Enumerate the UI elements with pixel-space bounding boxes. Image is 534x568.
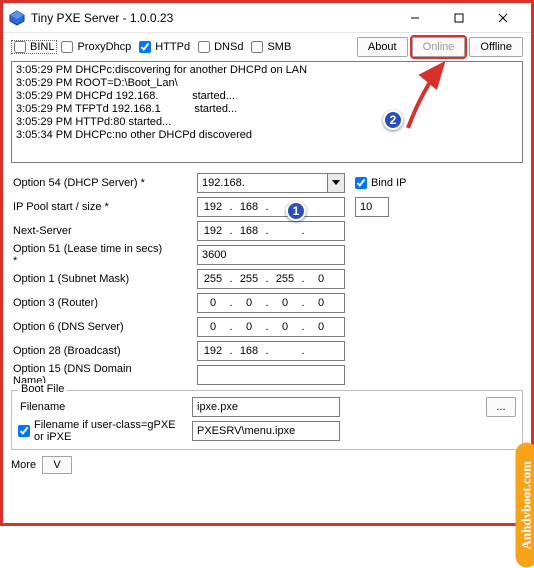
log-line: 3:05:29 PM DHCPc:discovering for another… xyxy=(16,64,518,77)
about-button[interactable]: About xyxy=(357,37,408,57)
dnsd-label: DNSd xyxy=(214,41,243,53)
offline-button[interactable]: Offline xyxy=(469,37,523,57)
bootfile-group: Boot File Filename ipxe.pxe ... Filename… xyxy=(11,390,523,450)
altname-label: Filename if user-class=gPXE or iPXE xyxy=(34,419,184,443)
filename-label: Filename xyxy=(18,401,168,413)
expand-button[interactable]: V xyxy=(42,456,72,474)
opt6-ip-input[interactable]: 0. 0. 0. 0 xyxy=(197,317,345,337)
toolbar: BINL ProxyDhcp HTTPd DNSd SMB About Onli… xyxy=(3,33,531,59)
pool-ip-input[interactable]: 192. 168. . xyxy=(197,197,345,217)
online-button[interactable]: Online xyxy=(412,37,466,57)
log-line: 3:05:29 PM DHCPd 192.168. started... xyxy=(16,90,518,103)
log-output[interactable]: 3:05:29 PM DHCPc:discovering for another… xyxy=(11,61,523,163)
log-line: 3:05:29 PM TFPTd 192.168.1 started... xyxy=(16,103,518,116)
opt51-label: Option 51 (Lease time in secs) * xyxy=(11,243,167,267)
nextserver-ip-input[interactable]: 192. 168. . xyxy=(197,221,345,241)
proxydhcp-label: ProxyDhcp xyxy=(77,41,131,53)
log-line: 3:05:34 PM DHCPc:no other DHCPd discover… xyxy=(16,129,518,142)
pool-size-input[interactable]: 10 xyxy=(355,197,389,217)
opt1-ip-input[interactable]: 255. 255. 255. 0 xyxy=(197,269,345,289)
opt15-input[interactable] xyxy=(197,365,345,385)
proxydhcp-checkbox[interactable]: ProxyDhcp xyxy=(61,41,135,53)
titlebar: Tiny PXE Server - 1.0.0.23 xyxy=(3,3,531,33)
log-line: 3:05:29 PM HTTPd:80 started... xyxy=(16,116,518,129)
bootfile-legend: Boot File xyxy=(18,383,67,395)
smb-checkbox[interactable]: SMB xyxy=(251,41,295,53)
annotation-badge-1: 1 xyxy=(286,201,306,221)
app-icon xyxy=(9,10,25,26)
minimize-button[interactable] xyxy=(393,4,437,32)
options-form: Option 54 (DHCP Server) * 192.168. Bind … xyxy=(3,169,531,386)
opt54-value: 192.168. xyxy=(198,177,327,189)
httpd-checkbox[interactable]: HTTPd xyxy=(139,41,194,53)
opt28-ip-input[interactable]: 192. 168. . xyxy=(197,341,345,361)
binl-label: BINL xyxy=(30,41,54,53)
opt1-label: Option 1 (Subnet Mask) xyxy=(11,273,167,285)
more-label: More xyxy=(11,459,36,471)
chevron-down-icon[interactable] xyxy=(327,174,344,192)
watermark: Anhdvboot.com xyxy=(515,443,534,568)
bindip-label: Bind IP xyxy=(371,177,406,189)
maximize-button[interactable] xyxy=(437,4,481,32)
opt54-label: Option 54 (DHCP Server) * xyxy=(11,177,167,189)
nextserver-label: Next-Server xyxy=(11,225,167,237)
opt54-combo[interactable]: 192.168. xyxy=(197,173,345,193)
pool-label: IP Pool start / size * xyxy=(11,201,167,213)
opt3-label: Option 3 (Router) xyxy=(11,297,167,309)
binl-checkbox[interactable]: BINL xyxy=(11,40,57,54)
altname-input[interactable]: PXESRV\menu.ipxe xyxy=(192,421,340,441)
altname-checkbox[interactable]: Filename if user-class=gPXE or iPXE xyxy=(18,419,188,443)
opt28-label: Option 28 (Broadcast) xyxy=(11,345,167,357)
smb-label: SMB xyxy=(267,41,291,53)
log-line: 3:05:29 PM ROOT=D:\Boot_Lan\ xyxy=(16,77,518,90)
filename-input[interactable]: ipxe.pxe xyxy=(192,397,340,417)
opt6-label: Option 6 (DNS Server) xyxy=(11,321,167,333)
opt3-ip-input[interactable]: 0. 0. 0. 0 xyxy=(197,293,345,313)
annotation-badge-2: 2 xyxy=(383,110,403,130)
close-button[interactable] xyxy=(481,4,525,32)
browse-button[interactable]: ... xyxy=(486,397,516,417)
bindip-checkbox[interactable]: Bind IP xyxy=(355,177,406,189)
window-title: Tiny PXE Server - 1.0.0.23 xyxy=(31,11,173,25)
footer: More V xyxy=(3,450,531,480)
opt51-input[interactable]: 3600 xyxy=(197,245,345,265)
httpd-label: HTTPd xyxy=(155,41,190,53)
dnsd-checkbox[interactable]: DNSd xyxy=(198,41,247,53)
